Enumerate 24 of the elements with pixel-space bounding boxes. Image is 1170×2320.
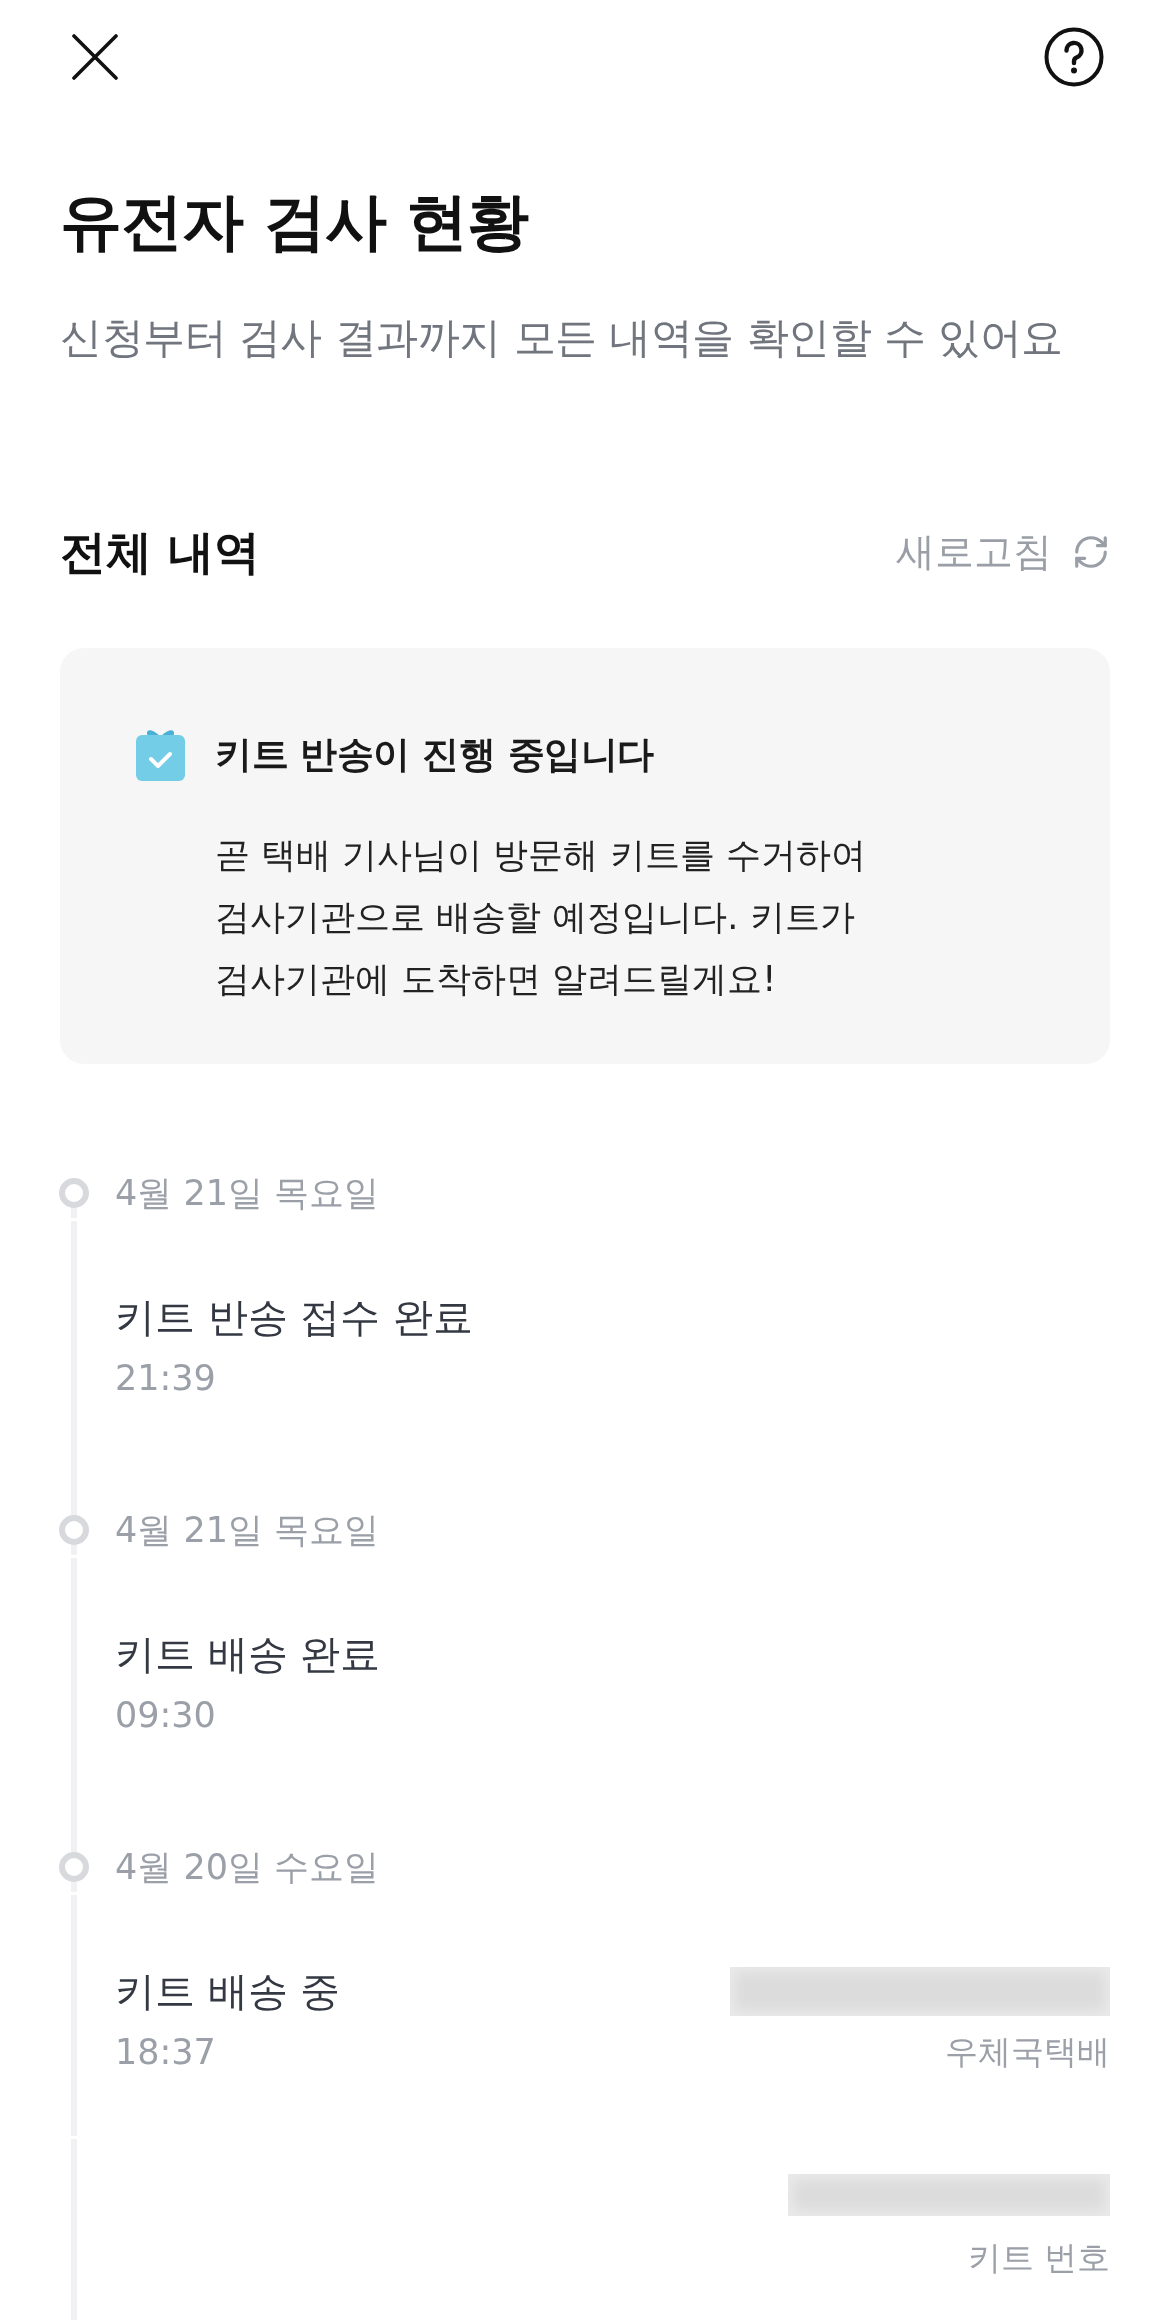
refresh-icon[interactable] bbox=[1072, 533, 1110, 571]
page-subtitle: 신청부터 검사 결과까지 모든 내역을 확인할 수 있어요 bbox=[60, 312, 1063, 364]
timeline-date: 4월 21일 목요일 bbox=[115, 1172, 380, 1215]
notice-body: 곧 택배 기사님이 방문해 키트를 수거하여 검사기관으로 배송할 예정입니다. 키트가 검사기관에 도착하면 알려드릴게요! bbox=[215, 834, 867, 1001]
timeline-dot-icon bbox=[59, 1852, 89, 1882]
timeline-date: 4월 21일 목요일 bbox=[115, 1509, 380, 1552]
refresh-button[interactable]: 새로고침 bbox=[896, 527, 1110, 577]
event-title: 키트 배송 중 bbox=[115, 1967, 341, 2016]
detail-caption: 우체국택배 bbox=[945, 2031, 1110, 2073]
section-title: 전체 내역 bbox=[60, 524, 260, 581]
timeline-date: 4월 20일 수요일 bbox=[115, 1846, 380, 1889]
package-check-icon bbox=[136, 728, 185, 781]
notice-title: 키트 반송이 진행 중입니다 bbox=[215, 731, 655, 778]
page-title: 유전자 검사 현황 bbox=[60, 184, 529, 260]
event-time: 18:37 bbox=[115, 2031, 216, 2074]
event-title: 키트 배송 완료 bbox=[115, 1630, 381, 1679]
event-time: 21:39 bbox=[115, 1357, 216, 1400]
timeline-dot-icon bbox=[59, 1515, 89, 1545]
event-title: 키트 반송 접수 완료 bbox=[115, 1293, 474, 1342]
event-time: 09:30 bbox=[115, 1694, 216, 1737]
help-icon[interactable] bbox=[1044, 27, 1104, 87]
close-icon[interactable] bbox=[72, 34, 118, 80]
timeline-dot-icon bbox=[59, 1178, 89, 1208]
detail-caption: 키트 번호 bbox=[967, 2237, 1110, 2279]
